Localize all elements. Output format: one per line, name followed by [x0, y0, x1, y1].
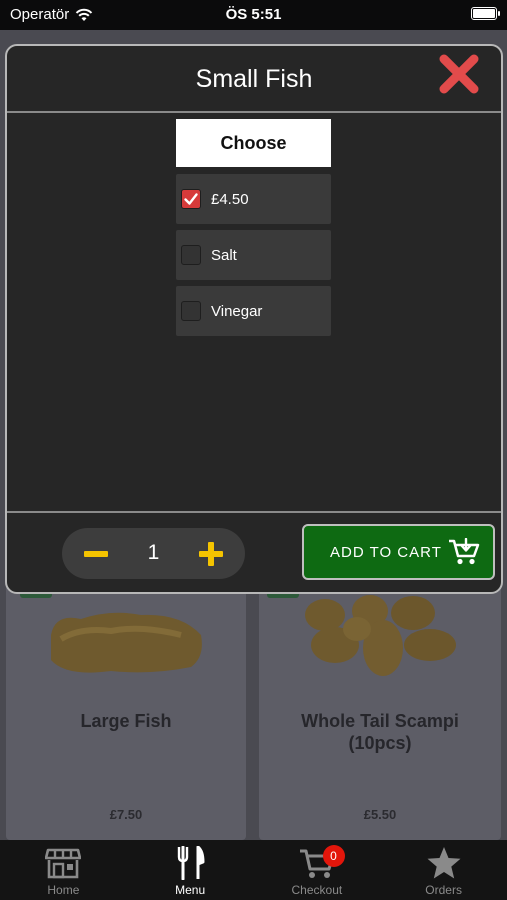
menu-item-price: £5.50 [363, 807, 397, 822]
food-image-scampi [259, 594, 501, 690]
checkmark-icon [184, 193, 198, 205]
tab-label: Home [47, 883, 80, 897]
product-options-modal: Small Fish Choose £4.50 Salt Vinegar 1 A… [5, 44, 503, 594]
tab-orders[interactable]: Orders [380, 840, 507, 900]
checkbox-checked[interactable] [181, 189, 201, 209]
modal-title: Small Fish [195, 65, 313, 93]
option-vinegar[interactable]: Vinegar [176, 286, 331, 336]
choose-heading: Choose [176, 119, 331, 167]
tab-label: Checkout [291, 883, 343, 897]
quantity-stepper: 1 [62, 528, 245, 579]
fork-knife-icon [177, 846, 205, 880]
menu-item-name: Large Fish [80, 711, 172, 731]
cart-download-icon [448, 538, 480, 565]
tab-label: Menu [175, 883, 206, 897]
tab-label: Orders [425, 883, 462, 897]
star-icon [427, 847, 461, 879]
close-icon[interactable] [437, 52, 481, 96]
checkbox-unchecked[interactable] [181, 301, 201, 321]
tab-checkout[interactable]: 0 Checkout [254, 840, 381, 900]
plus-icon[interactable] [197, 540, 225, 568]
modal-footer: 1 ADD TO CART [7, 513, 501, 592]
option-price-4-50[interactable]: £4.50 [176, 174, 331, 224]
tab-home[interactable]: Home [0, 840, 127, 900]
modal-header: Small Fish [7, 46, 501, 113]
battery-icon [471, 7, 500, 20]
status-time: ÖS 5:51 [225, 6, 282, 23]
store-icon [45, 848, 82, 879]
status-bar: Operatör ÖS 5:51 [0, 0, 507, 30]
menu-card-scampi: Whole Tail Scampi (10pcs) £5.50 [259, 585, 501, 840]
add-to-cart-label: ADD TO CART [330, 543, 442, 561]
option-salt[interactable]: Salt [176, 230, 331, 280]
food-image-large-fish [6, 595, 246, 690]
checkbox-unchecked[interactable] [181, 245, 201, 265]
menu-item-name: Whole Tail Scampi (10pcs) [301, 711, 459, 753]
menu-card-large-fish: Large Fish £7.50 [6, 585, 246, 840]
tab-menu[interactable]: Menu [127, 840, 254, 900]
cart-count-badge: 0 [322, 845, 345, 867]
option-label: Salt [211, 246, 237, 264]
add-to-cart-button[interactable]: ADD TO CART [302, 524, 495, 580]
bottom-tab-bar: Home Menu 0 Checkout Orders [0, 840, 507, 900]
menu-item-price: £7.50 [109, 807, 143, 822]
modal-options-area: Choose £4.50 Salt Vinegar [7, 113, 501, 513]
option-label: £4.50 [211, 190, 249, 208]
option-label: Vinegar [211, 302, 263, 320]
